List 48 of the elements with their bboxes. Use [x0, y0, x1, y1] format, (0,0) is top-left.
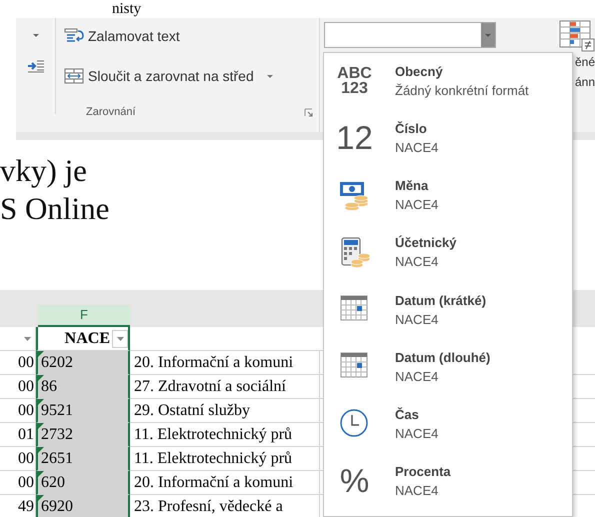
indent-icon	[26, 60, 44, 73]
calculator-coins-icon	[339, 236, 370, 268]
number-format-icon: 12	[336, 118, 373, 158]
table-header-cell-text: NACE	[64, 329, 110, 349]
percent-icon: %	[340, 460, 370, 501]
number-format-item[interactable]: Měna NACE4	[324, 173, 572, 230]
clock-icon	[339, 408, 370, 440]
group-label: Zarovnání	[86, 106, 136, 118]
table-cell: 23. Profesní, vědecké a	[130, 495, 320, 517]
table-cell-text: 620	[41, 473, 65, 493]
number-format-item[interactable]: ABC 123 Obecný Žádný konkrétní formát	[324, 59, 572, 116]
table-cell: 20. Informační a komuni	[130, 471, 320, 495]
table-cell-text: 2732	[41, 425, 73, 445]
table-cell: 29. Ostatní služby	[130, 399, 320, 423]
wrap-text-button[interactable]: Zalamovat text	[64, 26, 319, 46]
table-cell-text: 6202	[41, 353, 73, 373]
document-text: vky) je	[0, 152, 87, 190]
column-header[interactable]: F	[38, 305, 130, 327]
table-cell-text: 2651	[41, 449, 73, 469]
ribbon-label: ěné	[574, 54, 595, 71]
number-format-item[interactable]: Datum (krátké) NACE4	[324, 288, 572, 345]
table-cell-text: 6920	[41, 497, 73, 517]
table-cell-text: 86	[41, 377, 57, 397]
number-format-item[interactable]: Datum (dlouhé) NACE4	[324, 344, 572, 402]
number-format-item[interactable]: Čas NACE4	[324, 402, 572, 459]
filter-dropdown-icon	[24, 336, 31, 340]
number-format-field[interactable]	[324, 22, 496, 48]
filter-button[interactable]	[112, 330, 128, 348]
banknote-coins-icon	[339, 180, 370, 211]
dialog-launcher-icon	[304, 108, 313, 116]
ribbon-label: ánn	[574, 74, 595, 91]
table-cell: 11. Elektrotechnický prů	[130, 447, 320, 471]
number-format-item[interactable]: 12 Číslo NACE4	[324, 116, 572, 174]
caret-icon	[116, 336, 124, 340]
merge-center-button[interactable]: Sloučit a zarovnat na střed	[64, 66, 319, 86]
number-format-item[interactable]: Účetnický NACE4	[324, 230, 572, 288]
heading-text: nisty	[112, 0, 142, 18]
table-cell: 27. Zdravotní a sociální	[130, 375, 320, 399]
document-text: S Online	[0, 190, 110, 228]
merge-cells-icon	[64, 68, 84, 84]
number-format-item[interactable]: % Procenta NACE4	[324, 458, 572, 516]
general-format-icon: ABC 123	[337, 66, 372, 96]
caret-icon	[32, 32, 40, 38]
table-cell: 11. Elektrotechnický prů	[130, 423, 320, 447]
wrap-text-icon	[64, 28, 84, 44]
table-cell-text: 9521	[41, 401, 73, 421]
table-cell: 20. Informační a komuni	[130, 351, 320, 375]
caret-icon	[485, 34, 491, 36]
